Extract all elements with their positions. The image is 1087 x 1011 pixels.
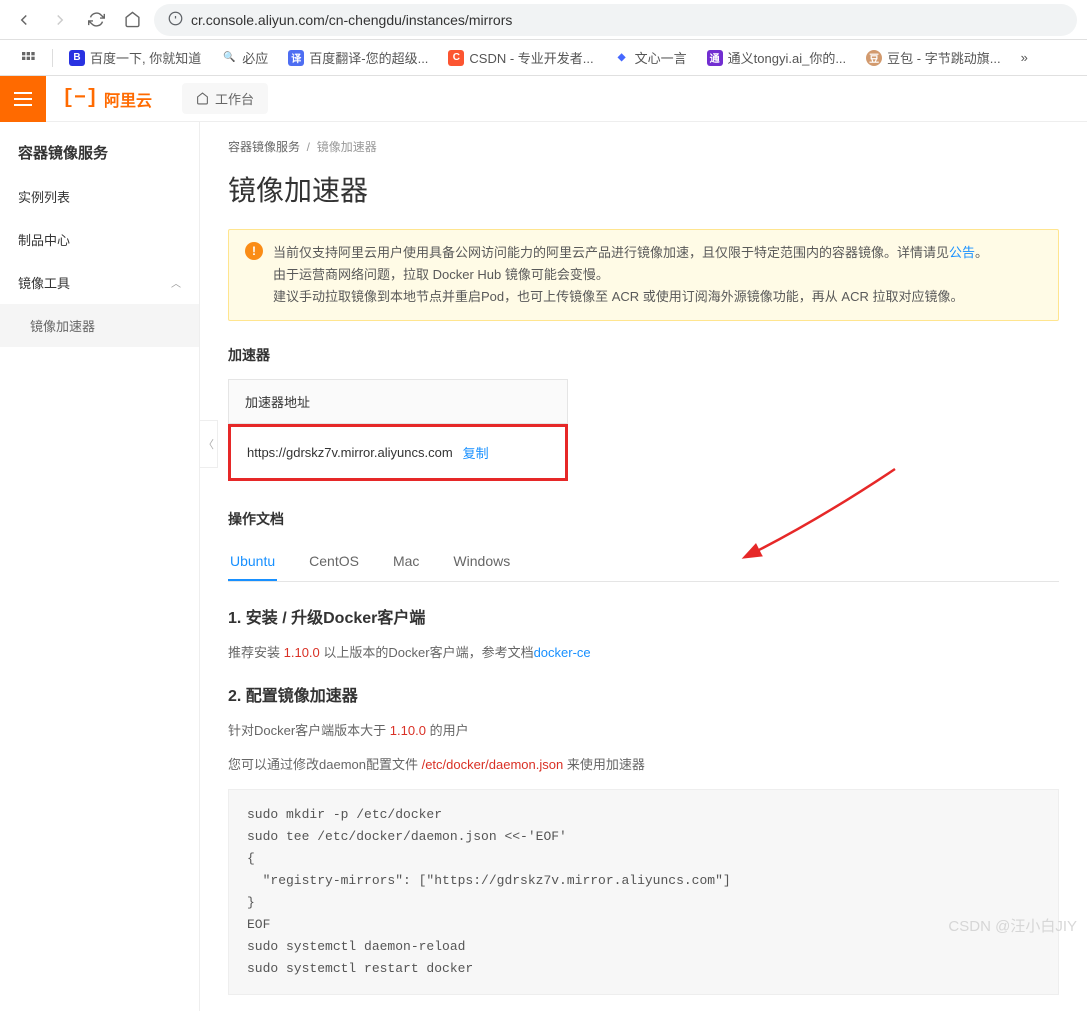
warning-icon: ! [245,242,263,260]
docs-section-title: 操作文档 [228,509,1059,529]
bookmarks-overflow[interactable]: » [1013,46,1036,69]
bookmark-bing[interactable]: 🔍必应 [213,44,276,71]
doc-heading-configure: 2. 配置镜像加速器 [228,682,1059,706]
notice-link[interactable]: 公告 [949,245,975,260]
breadcrumb-root[interactable]: 容器镜像服务 [228,140,300,154]
tab-windows[interactable]: Windows [451,543,512,581]
page-title: 镜像加速器 [228,169,1059,209]
accelerator-box: 加速器地址 https://gdrskz7v.mirror.aliyuncs.c… [228,379,568,481]
apps-button[interactable] [12,46,44,70]
hamburger-menu[interactable] [0,76,46,122]
separator [52,49,53,67]
sidebar-title: 容器镜像服务 [0,130,199,175]
bookmark-tongyi[interactable]: 通通义tongyi.ai_你的... [699,44,855,71]
bookmark-csdn[interactable]: CCSDN - 专业开发者... [440,44,601,71]
code-block[interactable]: sudo mkdir -p /etc/docker sudo tee /etc/… [228,789,1059,996]
workbench-button[interactable]: 工作台 [182,83,268,114]
copy-button[interactable]: 复制 [463,443,489,462]
logo-icon: [−] [62,87,98,110]
sidebar: 容器镜像服务 实例列表 制品中心 镜像工具 ︿ 镜像加速器 [0,122,200,1011]
accelerator-section-title: 加速器 [228,345,1059,365]
doc-heading-install: 1. 安装 / 升级Docker客户端 [228,604,1059,628]
site-settings-icon[interactable] [168,11,183,29]
home-button[interactable] [118,6,146,34]
forward-button[interactable] [46,6,74,34]
sidebar-item-instances[interactable]: 实例列表 [0,175,199,218]
doc-content: 1. 安装 / 升级Docker客户端 推荐安装 1.10.0 以上版本的Doc… [228,604,1059,995]
page-header: [−] 阿里云 工作台 [0,76,1087,122]
os-tabs: Ubuntu CentOS Mac Windows [228,543,1059,582]
browser-toolbar: cr.console.aliyun.com/cn-chengdu/instanc… [0,0,1087,40]
chevron-up-icon: ︿ [171,275,181,290]
sidebar-item-tools[interactable]: 镜像工具 ︿ [0,261,199,304]
tab-mac[interactable]: Mac [391,543,421,581]
sidebar-item-mirror-accelerator[interactable]: 镜像加速器 [0,304,199,347]
sidebar-item-artifacts[interactable]: 制品中心 [0,218,199,261]
reload-button[interactable] [82,6,110,34]
docker-ce-link[interactable]: docker-ce [534,645,591,660]
tab-ubuntu[interactable]: Ubuntu [228,543,277,581]
url-text: cr.console.aliyun.com/cn-chengdu/instanc… [191,12,512,28]
bookmarks-bar: B百度一下, 你就知道 🔍必应 译百度翻译-您的超级... CCSDN - 专业… [0,40,1087,76]
aliyun-logo[interactable]: [−] 阿里云 [46,87,168,111]
bookmark-baidu[interactable]: B百度一下, 你就知道 [61,44,209,71]
bookmark-baidu-translate[interactable]: 译百度翻译-您的超级... [280,44,436,71]
accelerator-url: https://gdrskz7v.mirror.aliyuncs.com [247,445,453,460]
address-bar[interactable]: cr.console.aliyun.com/cn-chengdu/instanc… [154,4,1077,36]
home-icon [196,92,209,105]
accelerator-label: 加速器地址 [228,379,568,424]
bookmark-wenxin[interactable]: ◆文心一言 [606,44,695,71]
tab-centos[interactable]: CentOS [307,543,361,581]
main-content: 容器镜像服务 / 镜像加速器 镜像加速器 ! 当前仅支持阿里云用户使用具备公网访… [200,122,1087,1011]
breadcrumb-current: 镜像加速器 [317,140,377,154]
bookmark-doubao[interactable]: 豆豆包 - 字节跳动旗... [858,44,1008,71]
breadcrumb: 容器镜像服务 / 镜像加速器 [228,138,1059,155]
notice-banner: ! 当前仅支持阿里云用户使用具备公网访问能力的阿里云产品进行镜像加速，且仅限于特… [228,229,1059,321]
back-button[interactable] [10,6,38,34]
